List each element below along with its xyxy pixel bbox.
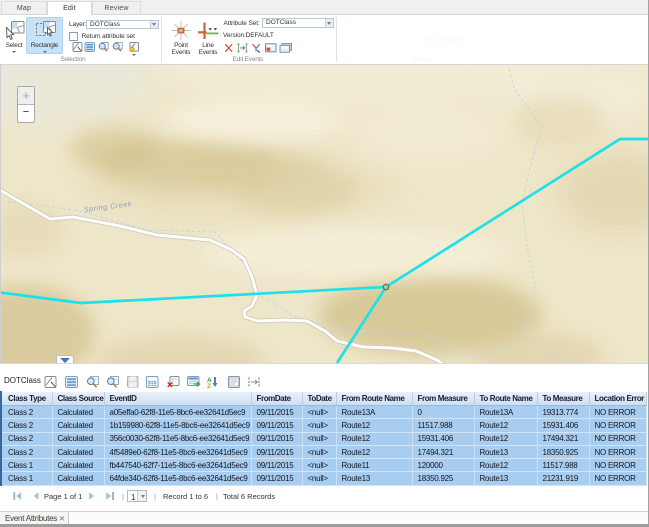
svg-text:Z: Z <box>207 383 211 389</box>
